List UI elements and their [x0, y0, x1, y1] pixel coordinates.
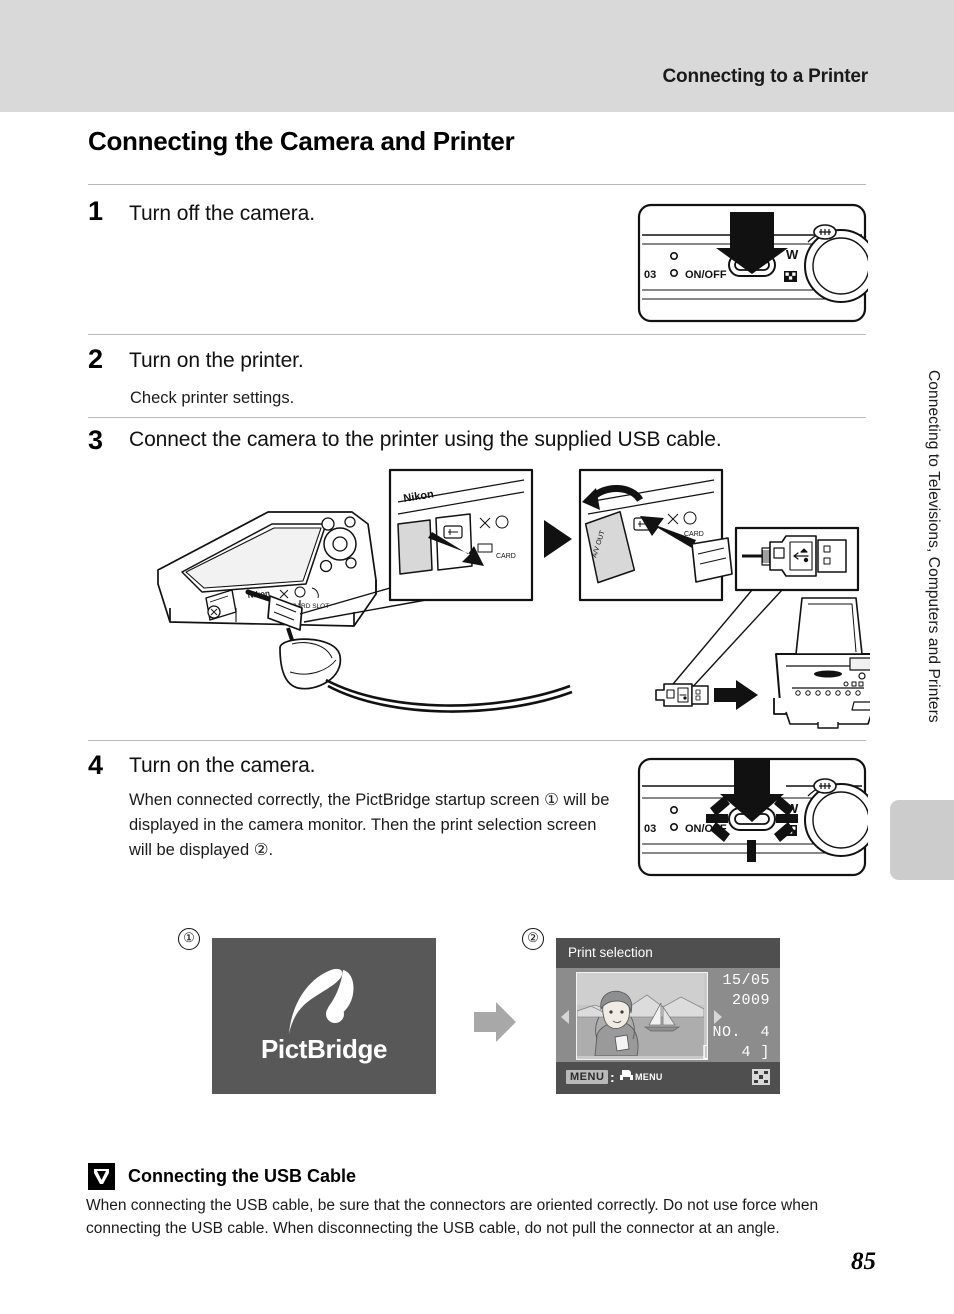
step-number-3: 3 [88, 425, 104, 455]
photo-date-year: 2009 [731, 992, 770, 1009]
divider-step-1-top [88, 184, 866, 185]
step-number-4: 4 [88, 750, 104, 780]
monitor-screens-row: ① PictBridge ② Print selection 15/05 200… [176, 920, 796, 1096]
print-number-label: NO. [712, 1024, 741, 1041]
svg-text:ON/OFF: ON/OFF [685, 269, 727, 281]
svg-text:03: 03 [644, 823, 656, 835]
thumbnail-grid-icon[interactable] [752, 1069, 770, 1085]
right-arrow-icon [474, 1002, 516, 1042]
print-number-row: NO. 4 [696, 1024, 770, 1041]
step-heading-3: Connect the camera to the printer using … [129, 428, 722, 451]
pictbridge-wordmark: PictBridge [260, 1034, 388, 1064]
next-image-caret-icon[interactable] [714, 1010, 722, 1024]
previous-image-caret-icon[interactable] [561, 1010, 569, 1024]
print-selection-title: Print selection [568, 945, 653, 960]
print-selection-footer: MENU : MENU [556, 1062, 780, 1094]
step-body-2: Check printer settings. [130, 389, 295, 407]
pictbridge-logo-icon [289, 968, 354, 1034]
page-title: Connecting the Camera and Printer [88, 126, 515, 156]
selected-photo-thumbnail[interactable] [576, 972, 708, 1060]
divider-step-3-top [88, 417, 866, 418]
step-heading-2: Turn on the printer. [129, 349, 304, 372]
divider-step-4-top [88, 740, 866, 741]
menu-separator: : [610, 1069, 615, 1085]
svg-text:CARD: CARD [496, 553, 516, 560]
menu-button-badge[interactable]: MENU [566, 1070, 609, 1084]
portrait-sailboat-photo-icon [577, 973, 704, 1056]
print-menu-label: MENU [635, 1072, 663, 1082]
photo-date-day-month: 15/05 [722, 972, 770, 989]
note-title: Connecting the USB Cable [128, 1166, 357, 1186]
print-selection-screen: Print selection 15/05 2009 NO. 4 [4] M… [556, 938, 780, 1094]
section-thumb-tab [890, 800, 954, 880]
step-number-1: 1 [88, 196, 104, 226]
screen-marker-1: ① [178, 928, 200, 950]
running-head: Connecting to a Printer [662, 66, 869, 87]
print-count-open: [ [700, 1044, 710, 1061]
caution-checkmark-icon [88, 1163, 115, 1190]
screen-marker-2: ② [522, 928, 544, 950]
step-number-2: 2 [88, 344, 104, 374]
svg-text:W: W [786, 247, 799, 262]
divider-step-2-top [88, 334, 866, 335]
camera-top-illustration-step-4: 03 ON/OFF W [636, 756, 868, 878]
pictbridge-startup-screen: PictBridge [212, 938, 436, 1094]
usb-connection-diagram: Nikon CARD SLOT Nikon CARD A/V OUT CARD [140, 462, 870, 730]
note-text: When connecting the USB cable, be sure t… [86, 1197, 819, 1237]
print-count-close: ] [760, 1044, 770, 1061]
print-menu-icon [620, 1070, 633, 1082]
step-heading-4: Turn on the camera. [129, 754, 316, 777]
compact-camera-icon: Nikon CARD SLOT [157, 511, 377, 627]
step-heading-1: Turn off the camera. [129, 202, 315, 225]
section-thumb-tab-label: Connecting to Televisions, Computers and… [925, 370, 942, 723]
print-number-value: 4 [760, 1024, 770, 1041]
svg-text:03: 03 [644, 269, 656, 281]
print-count-value: 4 [741, 1044, 751, 1061]
page-number: 85 [851, 1248, 876, 1275]
print-selection-body: 15/05 2009 NO. 4 [ 4 ] [556, 968, 780, 1062]
step-body-4: When connected correctly, the PictBridge… [129, 791, 610, 859]
camera-top-illustration-step-1: 03 ON/OFF W [636, 202, 868, 324]
page-header-band [0, 0, 954, 112]
print-menu-hint: MENU [619, 1068, 663, 1083]
inkjet-printer-icon [773, 597, 870, 729]
print-count-row: [ 4 ] [696, 1044, 770, 1061]
